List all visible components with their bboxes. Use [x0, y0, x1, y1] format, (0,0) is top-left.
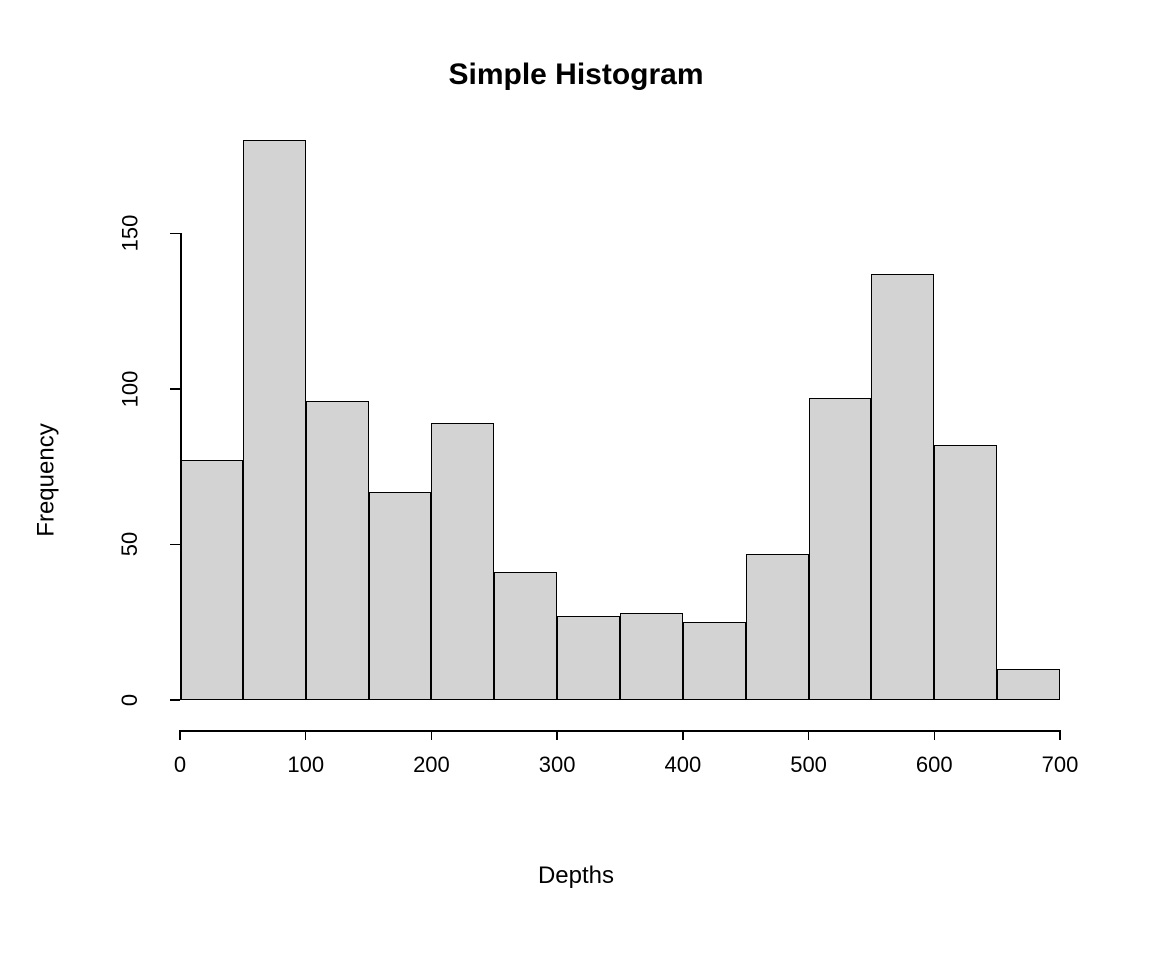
histogram-bar [620, 613, 683, 700]
histogram-bar [871, 274, 934, 700]
x-tick [682, 730, 684, 740]
y-tick-label: 50 [100, 524, 160, 564]
y-tick [170, 388, 180, 390]
x-tick [431, 730, 433, 740]
histogram-chart: Simple Histogram Frequency Depths 0 50 100… [0, 0, 1152, 960]
histogram-bar [431, 423, 494, 700]
y-tick-label: 0 [100, 680, 160, 720]
y-axis-label-text: Frequency [33, 423, 61, 536]
x-tick-label: 200 [413, 752, 450, 778]
histogram-bar [306, 401, 369, 700]
x-tick-label: 700 [1042, 752, 1079, 778]
x-tick-label: 400 [664, 752, 701, 778]
y-axis-line [180, 233, 182, 700]
histogram-bar [557, 616, 620, 700]
x-tick-label: 600 [916, 752, 953, 778]
x-tick [179, 730, 181, 740]
histogram-bar [494, 572, 557, 700]
plot-area [180, 140, 1060, 700]
histogram-bar [369, 492, 432, 700]
x-tick [934, 730, 936, 740]
x-tick-label: 100 [287, 752, 324, 778]
x-tick-label: 500 [790, 752, 827, 778]
chart-title: Simple Histogram [0, 58, 1152, 92]
y-tick [170, 233, 180, 235]
y-tick [170, 544, 180, 546]
histogram-bar [683, 622, 746, 700]
y-axis-label: Frequency [32, 0, 62, 960]
x-axis-line [180, 730, 1060, 732]
histogram-bar [809, 398, 872, 700]
histogram-bar [997, 669, 1060, 700]
x-tick-label: 300 [539, 752, 576, 778]
histogram-bar [746, 554, 809, 700]
x-tick [305, 730, 307, 740]
x-tick-label: 0 [174, 752, 186, 778]
histogram-bar [180, 460, 243, 700]
x-axis-label: Depths [0, 862, 1152, 890]
x-tick [808, 730, 810, 740]
histogram-bar [243, 140, 306, 700]
x-tick [556, 730, 558, 740]
histogram-bar [934, 445, 997, 700]
x-tick [1059, 730, 1061, 740]
y-tick-label: 150 [100, 213, 160, 253]
y-tick-label: 100 [100, 369, 160, 409]
y-tick [170, 699, 180, 701]
